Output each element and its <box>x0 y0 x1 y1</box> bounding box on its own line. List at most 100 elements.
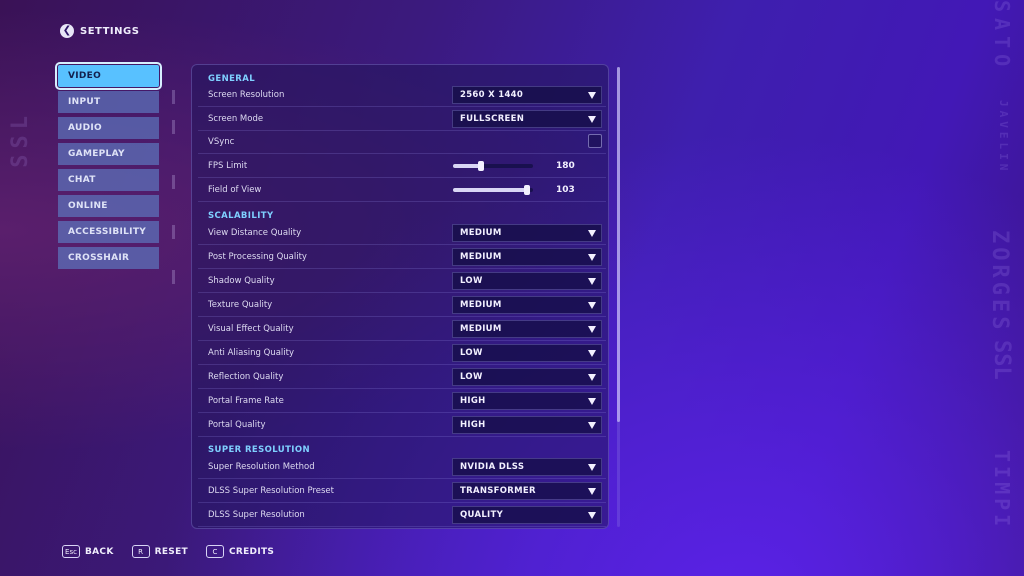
portal-frame-rate-dropdown[interactable]: HIGH <box>452 392 602 410</box>
dropdown-arrow-icon <box>588 302 596 309</box>
settings-header[interactable]: ❮ SETTINGS <box>60 24 139 38</box>
setting-label: Visual Effect Quality <box>208 324 294 334</box>
setting-label: Screen Resolution <box>208 90 285 100</box>
tab-chat[interactable]: CHAT <box>58 169 159 191</box>
setting-label: View Distance Quality <box>208 228 302 238</box>
super-resolution-method-dropdown[interactable]: NVIDIA DLSS <box>452 458 602 476</box>
r-key-icon: R <box>131 545 150 558</box>
setting-label: DLSS Super Resolution <box>208 510 305 520</box>
setting-label: DLSS Super Resolution Preset <box>208 486 334 496</box>
dropdown-value: QUALITY <box>460 510 504 520</box>
section-scalability-title: SCALABILITY <box>208 211 274 221</box>
tab-online[interactable]: ONLINE <box>58 195 159 217</box>
dropdown-value: MEDIUM <box>460 324 502 334</box>
setting-label: Anti Aliasing Quality <box>208 348 294 358</box>
setting-row-field-of-view: Field of View 103 <box>198 180 606 202</box>
dropdown-arrow-icon <box>588 230 596 237</box>
credits-label: CREDITS <box>228 546 275 557</box>
anti-aliasing-quality-dropdown[interactable]: LOW <box>452 344 602 362</box>
reflection-quality-dropdown[interactable]: LOW <box>452 368 602 386</box>
back-chevron-icon[interactable]: ❮ <box>60 24 74 38</box>
setting-label: Screen Mode <box>208 114 264 124</box>
dropdown-arrow-icon <box>588 512 596 519</box>
slider-handle[interactable] <box>524 185 531 195</box>
tab-gameplay[interactable]: GAMEPLAY <box>58 143 159 165</box>
setting-row: Reflection Quality LOW <box>198 367 606 389</box>
setting-row: Post Processing Quality MEDIUM <box>198 247 606 269</box>
scrollbar-thumb[interactable] <box>617 67 620 422</box>
texture-quality-dropdown[interactable]: MEDIUM <box>452 296 602 314</box>
setting-row-fps-limit: FPS Limit 180 <box>198 156 606 178</box>
tab-video[interactable]: VIDEO <box>55 62 162 90</box>
portal-quality-dropdown[interactable]: HIGH <box>452 416 602 434</box>
dropdown-value: TRANSFORMER <box>460 486 536 496</box>
tab-audio[interactable]: AUDIO <box>58 117 159 139</box>
dropdown-value: MEDIUM <box>460 228 502 238</box>
settings-nav: VIDEO INPUT AUDIO GAMEPLAY CHAT ONLINE A… <box>55 62 162 273</box>
tab-accessibility[interactable]: ACCESSIBILITY <box>58 221 159 243</box>
dropdown-value: MEDIUM <box>460 300 502 310</box>
decor-tick-bar <box>170 65 178 525</box>
vsync-checkbox[interactable] <box>588 134 602 148</box>
slider-handle[interactable] <box>478 161 484 171</box>
setting-label: Portal Frame Rate <box>208 396 284 406</box>
dropdown-value: MEDIUM <box>460 252 502 262</box>
reset-label: RESET <box>154 546 188 557</box>
dropdown-arrow-icon <box>588 92 596 99</box>
c-key-icon: C <box>205 545 224 558</box>
reset-button[interactable]: R RESET <box>131 545 188 558</box>
setting-row: Anti Aliasing Quality LOW <box>198 343 606 365</box>
post-processing-quality-dropdown[interactable]: MEDIUM <box>452 248 602 266</box>
setting-row: DLSS Super Resolution Preset TRANSFORMER <box>198 481 606 503</box>
dropdown-arrow-icon <box>588 398 596 405</box>
setting-row: View Distance Quality MEDIUM <box>198 223 606 245</box>
setting-row-screen-resolution: Screen Resolution 2560 X 1440 <box>198 85 606 107</box>
setting-row: Portal Quality HIGH <box>198 415 606 437</box>
setting-row: Visual Effect Quality MEDIUM <box>198 319 606 341</box>
dropdown-arrow-icon <box>588 278 596 285</box>
dropdown-arrow-icon <box>588 374 596 381</box>
setting-row-vsync: VSync <box>198 132 606 154</box>
page-title: SETTINGS <box>80 25 140 37</box>
decor-right-low2-text: SSL <box>989 340 1014 380</box>
screen-mode-dropdown[interactable]: FULLSCREEN <box>452 110 602 128</box>
tab-input[interactable]: INPUT <box>58 91 159 113</box>
shadow-quality-dropdown[interactable]: LOW <box>452 272 602 290</box>
credits-button[interactable]: C CREDITS <box>205 545 275 558</box>
dropdown-arrow-icon <box>588 464 596 471</box>
section-super-resolution-title: SUPER RESOLUTION <box>208 445 310 455</box>
dropdown-arrow-icon <box>588 116 596 123</box>
dlss-super-resolution-preset-dropdown[interactable]: TRANSFORMER <box>452 482 602 500</box>
dropdown-value: FULLSCREEN <box>460 114 525 124</box>
dropdown-arrow-icon <box>588 488 596 495</box>
setting-label: Field of View <box>208 185 262 195</box>
setting-label: Super Resolution Method <box>208 462 315 472</box>
fps-limit-slider[interactable] <box>453 161 533 171</box>
dropdown-value: LOW <box>460 348 483 358</box>
dropdown-arrow-icon <box>588 326 596 333</box>
field-of-view-slider[interactable] <box>453 185 533 195</box>
setting-row: Portal Frame Rate HIGH <box>198 391 606 413</box>
setting-label: FPS Limit <box>208 161 248 171</box>
setting-row: Texture Quality MEDIUM <box>198 295 606 317</box>
field-of-view-value: 103 <box>556 185 575 195</box>
setting-row: Super Resolution Method NVIDIA DLSS <box>198 457 606 479</box>
footer-actions: Esc BACK R RESET C CREDITS <box>62 545 274 558</box>
slider-fill <box>453 164 481 168</box>
visual-effect-quality-dropdown[interactable]: MEDIUM <box>452 320 602 338</box>
panel-scrollbar[interactable] <box>617 67 620 527</box>
setting-row: Shadow Quality LOW <box>198 271 606 293</box>
fps-limit-value: 180 <box>556 161 575 171</box>
screen-resolution-dropdown[interactable]: 2560 X 1440 <box>452 86 602 104</box>
view-distance-quality-dropdown[interactable]: MEDIUM <box>452 224 602 242</box>
dropdown-arrow-icon <box>588 254 596 261</box>
esc-key-icon: Esc <box>62 545 80 558</box>
dlss-super-resolution-dropdown[interactable]: QUALITY <box>452 506 602 524</box>
back-button[interactable]: Esc BACK <box>62 545 114 558</box>
setting-label: Reflection Quality <box>208 372 284 382</box>
dropdown-value: NVIDIA DLSS <box>460 462 525 472</box>
decor-right-low-text: ZORGES <box>987 230 1012 334</box>
tab-crosshair[interactable]: CROSSHAIR <box>58 247 159 269</box>
setting-label: Post Processing Quality <box>208 252 307 262</box>
dropdown-value: 2560 X 1440 <box>460 90 524 100</box>
